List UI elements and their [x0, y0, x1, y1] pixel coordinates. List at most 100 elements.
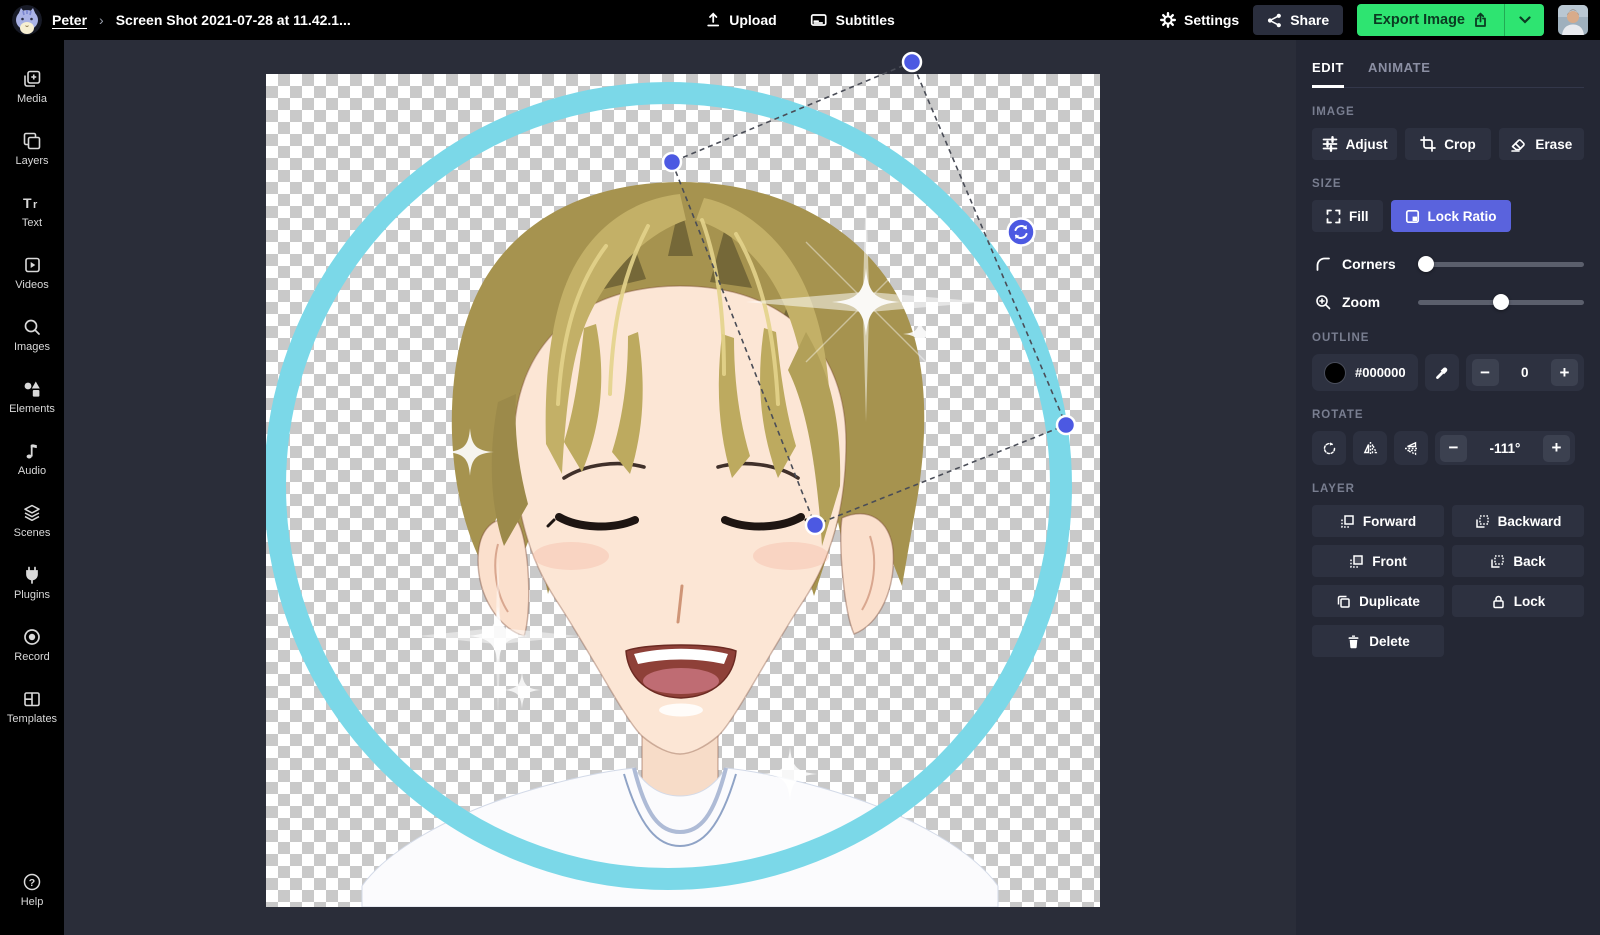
flip-vertical-icon [1404, 441, 1419, 456]
eyedropper-button[interactable] [1425, 354, 1459, 391]
sidebar-item-audio[interactable]: Audio [0, 428, 64, 490]
subtitles-button[interactable]: Subtitles [811, 12, 895, 28]
share-label: Share [1290, 12, 1329, 28]
sidebar-label: Audio [18, 465, 46, 477]
outline-section-title: OUTLINE [1312, 332, 1584, 344]
eraser-icon [1510, 136, 1527, 152]
export-image-label: Export Image [1373, 12, 1465, 28]
crop-button[interactable]: Crop [1405, 128, 1490, 160]
sidebar-item-elements[interactable]: Elements [0, 366, 64, 428]
panel-tabs: EDIT ANIMATE [1312, 54, 1584, 88]
layer-duplicate-button[interactable]: Duplicate [1312, 585, 1444, 617]
subtitles-label: Subtitles [836, 12, 895, 28]
upload-button[interactable]: Upload [705, 12, 776, 28]
layer-lock-label: Lock [1514, 594, 1546, 609]
svg-text:?: ? [29, 877, 35, 889]
flip-vertical-button[interactable] [1394, 431, 1428, 465]
fill-icon [1326, 209, 1341, 224]
layer-lock-button[interactable]: Lock [1452, 585, 1584, 617]
user-avatar[interactable] [1558, 5, 1588, 35]
outline-color-button[interactable]: #000000 [1312, 354, 1418, 391]
export-image-button[interactable]: Export Image [1357, 4, 1504, 36]
outline-width-stepper: − 0 + [1466, 354, 1584, 391]
rotate-cw-icon [1322, 441, 1337, 456]
breadcrumb-user[interactable]: Peter [52, 12, 87, 28]
trash-icon [1346, 634, 1361, 649]
sidebar-label: Media [17, 93, 47, 105]
selection-handle-top[interactable] [903, 53, 921, 71]
layer-front-button[interactable]: Front [1312, 545, 1444, 577]
sidebar-item-videos[interactable]: Videos [0, 242, 64, 304]
layer-delete-button[interactable]: Delete [1312, 625, 1444, 657]
zoom-slider-thumb[interactable] [1493, 294, 1509, 310]
corners-icon [1312, 256, 1334, 273]
outline-color-swatch [1324, 362, 1346, 384]
corners-slider[interactable] [1418, 262, 1584, 267]
erase-button[interactable]: Erase [1499, 128, 1584, 160]
image-section-title: IMAGE [1312, 106, 1584, 118]
sidebar-item-images[interactable]: Images [0, 304, 64, 366]
gear-icon [1160, 12, 1176, 28]
layer-forward-button[interactable]: Forward [1312, 505, 1444, 537]
export-icon [1473, 12, 1488, 28]
tab-edit[interactable]: EDIT [1312, 54, 1344, 88]
rotate-angle-stepper: − -111° + [1435, 431, 1575, 465]
outline-width-increase-button[interactable]: + [1551, 359, 1578, 386]
upload-icon [705, 12, 721, 28]
edit-panel: EDIT ANIMATE IMAGE Adjust Crop Erase SIZ… [1296, 40, 1600, 935]
sidebar-item-help[interactable]: ? Help [0, 859, 64, 921]
kapwing-cat-logo[interactable] [12, 5, 42, 35]
zoom-label: Zoom [1342, 294, 1418, 310]
adjust-icon [1322, 136, 1338, 152]
crop-icon [1420, 136, 1436, 152]
scenes-icon [22, 503, 42, 523]
sidebar-label: Scenes [14, 527, 51, 539]
layer-backward-button[interactable]: Backward [1452, 505, 1584, 537]
images-icon [22, 317, 42, 337]
sidebar-label: Images [14, 341, 50, 353]
share-icon [1267, 13, 1282, 28]
flip-horizontal-icon [1363, 441, 1378, 456]
layers-icon [22, 131, 42, 151]
rotate-cw-button[interactable] [1312, 431, 1346, 465]
videos-icon [22, 255, 42, 275]
zoom-slider[interactable] [1418, 300, 1584, 305]
corners-slider-thumb[interactable] [1418, 256, 1434, 272]
adjust-button[interactable]: Adjust [1312, 128, 1397, 160]
layer-duplicate-label: Duplicate [1359, 594, 1420, 609]
record-icon [22, 627, 42, 647]
outline-width-decrease-button[interactable]: − [1472, 359, 1499, 386]
layer-section-title: LAYER [1312, 483, 1584, 495]
sidebar-item-templates[interactable]: Templates [0, 676, 64, 738]
rotate-increase-button[interactable]: + [1543, 435, 1570, 462]
settings-label: Settings [1184, 12, 1239, 28]
fill-button[interactable]: Fill [1312, 200, 1383, 232]
sidebar-item-layers[interactable]: Layers [0, 118, 64, 180]
rotate-section-title: ROTATE [1312, 409, 1584, 421]
bring-forward-icon [1340, 514, 1355, 529]
sidebar-item-scenes[interactable]: Scenes [0, 490, 64, 552]
text-icon: T r [21, 193, 43, 213]
share-button[interactable]: Share [1253, 5, 1343, 35]
tab-animate[interactable]: ANIMATE [1368, 54, 1430, 87]
lock-ratio-button[interactable]: Lock Ratio [1391, 200, 1511, 232]
sidebar-label: Elements [9, 403, 55, 415]
export-group: Export Image [1357, 4, 1544, 36]
flip-horizontal-button[interactable] [1353, 431, 1387, 465]
audio-icon [22, 441, 42, 461]
sidebar-item-text[interactable]: T r Text [0, 180, 64, 242]
layer-back-label: Back [1513, 554, 1545, 569]
editor-workspace [64, 40, 1296, 935]
layer-back-button[interactable]: Back [1452, 545, 1584, 577]
document-title[interactable]: Screen Shot 2021-07-28 at 11.42.1... [116, 12, 351, 28]
export-options-caret[interactable] [1504, 4, 1544, 36]
rotate-decrease-button[interactable]: − [1440, 435, 1467, 462]
sidebar-item-record[interactable]: Record [0, 614, 64, 676]
sidebar-item-plugins[interactable]: Plugins [0, 552, 64, 614]
zoom-icon [1312, 294, 1334, 311]
eyedropper-icon [1434, 365, 1449, 380]
settings-button[interactable]: Settings [1160, 12, 1239, 28]
sidebar-item-media[interactable]: Media [0, 56, 64, 118]
lock-icon [1491, 594, 1506, 609]
image-canvas[interactable] [266, 74, 1100, 907]
